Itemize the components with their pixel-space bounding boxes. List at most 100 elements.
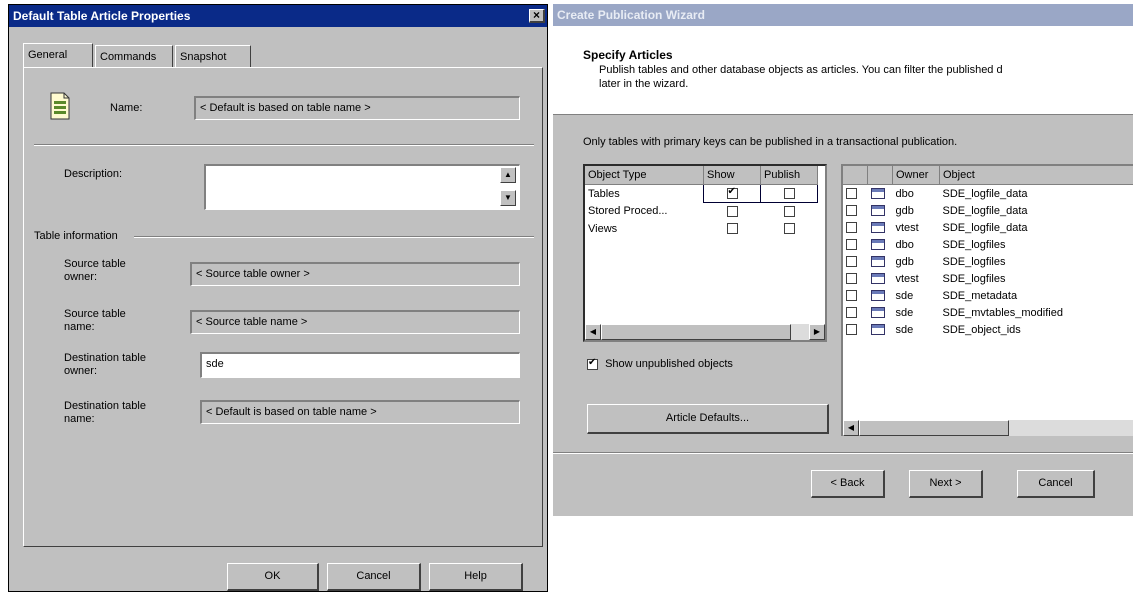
show-views-checkbox[interactable] — [726, 223, 738, 235]
column-header-object-type[interactable]: Object Type — [585, 166, 704, 185]
description-textarea[interactable] — [204, 164, 520, 210]
object-owner: sde — [895, 306, 914, 319]
object-row[interactable]: gdb SDE_logfile_data — [843, 202, 1133, 219]
object-row[interactable]: vtest SDE_logfiles — [843, 270, 1133, 287]
column-header-publish[interactable]: Publish — [760, 166, 818, 185]
object-type-row[interactable]: Views — [585, 220, 818, 237]
publish-object-checkbox[interactable] — [846, 324, 857, 336]
dest-owner-input[interactable]: sde — [200, 352, 520, 378]
dest-name-field[interactable]: < Default is based on table name > — [200, 400, 520, 424]
table-icon — [870, 273, 885, 285]
show-unpublished-label: Show unpublished objects — [605, 358, 733, 370]
wizard-heading: Specify Articles — [583, 48, 673, 62]
objects-grid[interactable]: Owner Object dbo SDE_logfile_data gdb SDE_l… — [841, 164, 1133, 436]
ok-button[interactable]: OK — [227, 563, 319, 591]
show-unpublished-option[interactable]: Show unpublished objects — [587, 357, 733, 370]
show-tables-checkbox[interactable] — [726, 186, 738, 200]
object-row[interactable]: sde SDE_mvtables_modified — [843, 304, 1133, 321]
divider — [34, 144, 534, 146]
object-row[interactable]: gdb SDE_logfiles — [843, 253, 1133, 270]
object-owner: sde — [895, 289, 914, 302]
publish-object-checkbox[interactable] — [846, 290, 857, 302]
description-scroll-up[interactable]: ▲ — [500, 167, 516, 183]
object-owner: dbo — [895, 187, 914, 200]
source-name-field[interactable]: < Source table name > — [190, 310, 520, 334]
object-row[interactable]: dbo SDE_logfile_data — [843, 185, 1133, 203]
column-header-icon[interactable] — [867, 166, 893, 185]
table-icon — [870, 256, 885, 268]
publish-object-checkbox[interactable] — [846, 222, 857, 234]
object-row[interactable]: vtest SDE_logfile_data — [843, 219, 1133, 236]
next-button[interactable]: Next > — [909, 470, 983, 498]
scroll-left-icon[interactable]: ◀ — [585, 324, 601, 340]
wizard-footer-divider — [553, 452, 1133, 454]
publication-wizard: Create Publication Wizard Specify Articl… — [552, 4, 1133, 516]
cancel-button[interactable]: Cancel — [327, 563, 421, 591]
dialog-title-bar: Default Table Article Properties — [9, 5, 547, 27]
article-defaults-button[interactable]: Article Defaults... — [587, 404, 829, 434]
table-information-label: Table information — [34, 230, 118, 242]
publish-stored-procedures-checkbox[interactable] — [783, 206, 795, 218]
object-type-name: Stored Proced... — [588, 205, 668, 218]
tab-general[interactable]: General — [23, 43, 93, 67]
close-button[interactable]: × — [529, 9, 545, 23]
objects-header-row: Owner Object — [843, 166, 1133, 185]
object-name: SDE_logfile_data — [942, 221, 1028, 234]
source-name-label: Source table name: — [64, 308, 126, 333]
help-button[interactable]: Help — [429, 563, 523, 591]
general-tab-panel: Name: < Default is based on table name >… — [23, 67, 543, 547]
object-name: SDE_logfile_data — [942, 204, 1028, 217]
object-owner: gdb — [895, 255, 914, 268]
tab-strip: General Commands Snapshot — [23, 43, 543, 69]
publish-object-checkbox[interactable] — [846, 307, 857, 319]
object-type-hscrollbar[interactable]: ◀ ▶ — [585, 324, 825, 340]
show-unpublished-checkbox[interactable] — [587, 357, 598, 370]
dest-owner-label: Destination table owner: — [64, 352, 146, 377]
object-owner: gdb — [895, 204, 914, 217]
publish-object-checkbox[interactable] — [846, 239, 857, 251]
publish-object-checkbox[interactable] — [846, 273, 857, 285]
name-label: Name: — [110, 102, 143, 114]
object-owner: sde — [895, 323, 914, 336]
publish-views-checkbox[interactable] — [783, 223, 795, 235]
scroll-right-icon[interactable]: ▶ — [809, 324, 825, 340]
tab-snapshot[interactable]: Snapshot — [175, 45, 251, 67]
object-row[interactable]: dbo SDE_logfiles — [843, 236, 1133, 253]
column-header-publish-check[interactable] — [843, 166, 868, 185]
description-scroll-down[interactable]: ▼ — [500, 190, 516, 206]
column-header-show[interactable]: Show — [703, 166, 761, 185]
object-row[interactable]: sde SDE_object_ids — [843, 321, 1133, 338]
objects-hscrollbar[interactable]: ◀ — [843, 420, 1133, 436]
wizard-cancel-button[interactable]: Cancel — [1017, 470, 1095, 498]
object-name: SDE_object_ids — [942, 323, 1021, 336]
table-icon — [870, 222, 885, 234]
description-label: Description: — [64, 168, 123, 180]
source-owner-label: Source table owner: — [64, 258, 126, 283]
object-name: SDE_metadata — [942, 289, 1018, 302]
publish-object-checkbox[interactable] — [846, 256, 857, 268]
scroll-thumb[interactable] — [601, 324, 791, 340]
object-type-row[interactable]: Tables — [585, 184, 818, 203]
name-field[interactable]: < Default is based on table name > — [194, 96, 520, 120]
scroll-thumb[interactable] — [859, 420, 1009, 436]
wizard-title: Create Publication Wizard — [557, 8, 705, 22]
article-properties-dialog: Default Table Article Properties × Gener… — [8, 4, 548, 592]
object-type-grid[interactable]: Object Type Show Publish Tables Stored P… — [583, 164, 827, 342]
object-row[interactable]: sde SDE_metadata — [843, 287, 1133, 304]
publish-object-checkbox[interactable] — [846, 188, 857, 200]
tab-commands[interactable]: Commands — [95, 45, 173, 67]
back-button[interactable]: < Back — [811, 470, 885, 498]
document-icon — [50, 92, 70, 120]
column-header-owner[interactable]: Owner — [892, 166, 940, 185]
column-header-object[interactable]: Object — [939, 166, 1133, 185]
scroll-left-icon[interactable]: ◀ — [843, 420, 859, 436]
wizard-title-bar: Create Publication Wizard — [553, 4, 1133, 26]
source-owner-field[interactable]: < Source table owner > — [190, 262, 520, 286]
publish-object-checkbox[interactable] — [846, 205, 857, 217]
table-icon — [870, 188, 885, 200]
object-type-row[interactable]: Stored Proced... — [585, 203, 818, 221]
table-info-divider — [134, 236, 534, 238]
object-owner: dbo — [895, 238, 914, 251]
publish-tables-checkbox[interactable] — [783, 188, 795, 200]
show-stored-procedures-checkbox[interactable] — [726, 206, 738, 218]
